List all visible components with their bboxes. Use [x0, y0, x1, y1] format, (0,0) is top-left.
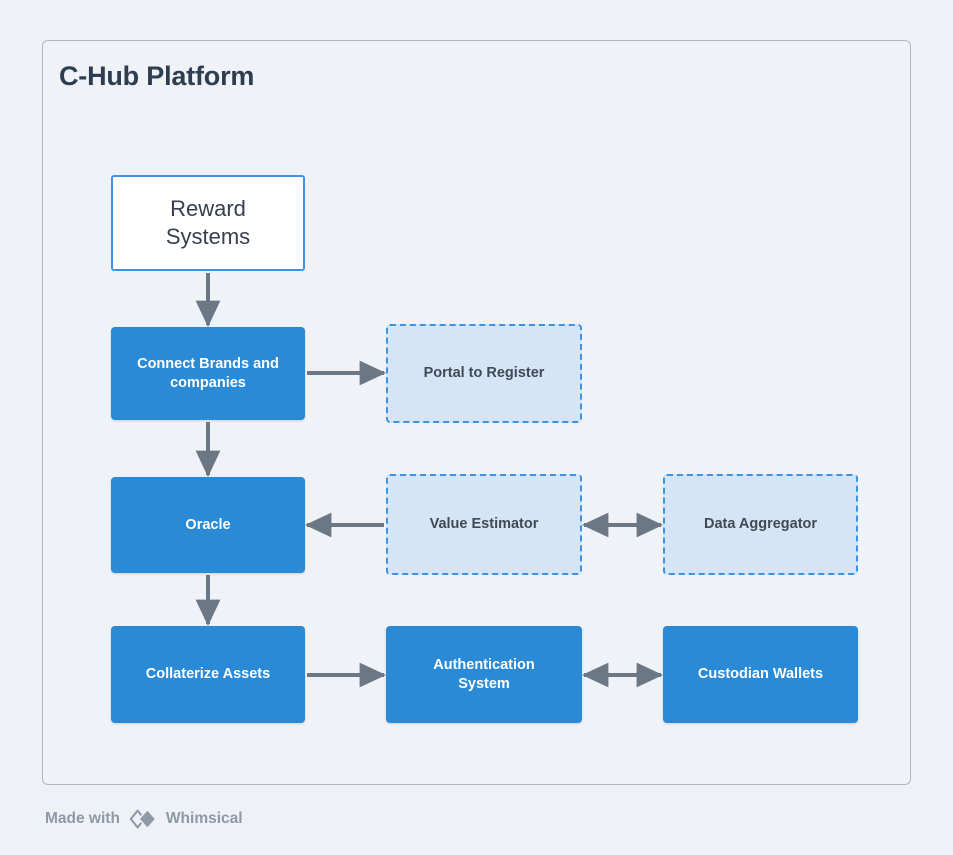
node-label: Custodian Wallets	[697, 666, 824, 683]
node-collaterize-assets[interactable]: Collaterize Assets	[111, 626, 305, 723]
diagram-canvas: Reward Systems Connect Brands and compani…	[43, 41, 912, 786]
node-authentication-system[interactable]: Authentication System	[386, 626, 582, 723]
node-custodian-wallets[interactable]: Custodian Wallets	[663, 626, 858, 723]
diagram-frame: C-Hub Platform Reward Systems Connect Bra…	[42, 40, 911, 785]
node-label: Oracle	[185, 516, 231, 533]
whimsical-brand-label: Whimsical	[165, 810, 243, 827]
node-label: Portal to Register	[423, 365, 545, 382]
node-portal-to-register[interactable]: Portal to Register	[386, 324, 582, 423]
node-label: Reward Systems	[165, 195, 251, 249]
node-reward-systems[interactable]: Reward Systems	[111, 175, 305, 271]
made-with-label: Made with	[45, 810, 120, 827]
footer-attribution: Made with Whimsical	[45, 808, 243, 830]
node-oracle[interactable]: Oracle	[111, 477, 305, 573]
node-label: Collaterize Assets	[145, 666, 271, 683]
node-label: Data Aggregator	[703, 516, 818, 533]
node-label: Connect Brands and companies	[137, 355, 279, 391]
node-data-aggregator[interactable]: Data Aggregator	[663, 474, 858, 575]
node-value-estimator[interactable]: Value Estimator	[386, 474, 582, 575]
node-connect-brands[interactable]: Connect Brands and companies	[111, 327, 305, 420]
node-label: Authentication System	[433, 656, 535, 692]
whimsical-diamond-logo	[128, 808, 158, 830]
node-label: Value Estimator	[429, 516, 539, 533]
